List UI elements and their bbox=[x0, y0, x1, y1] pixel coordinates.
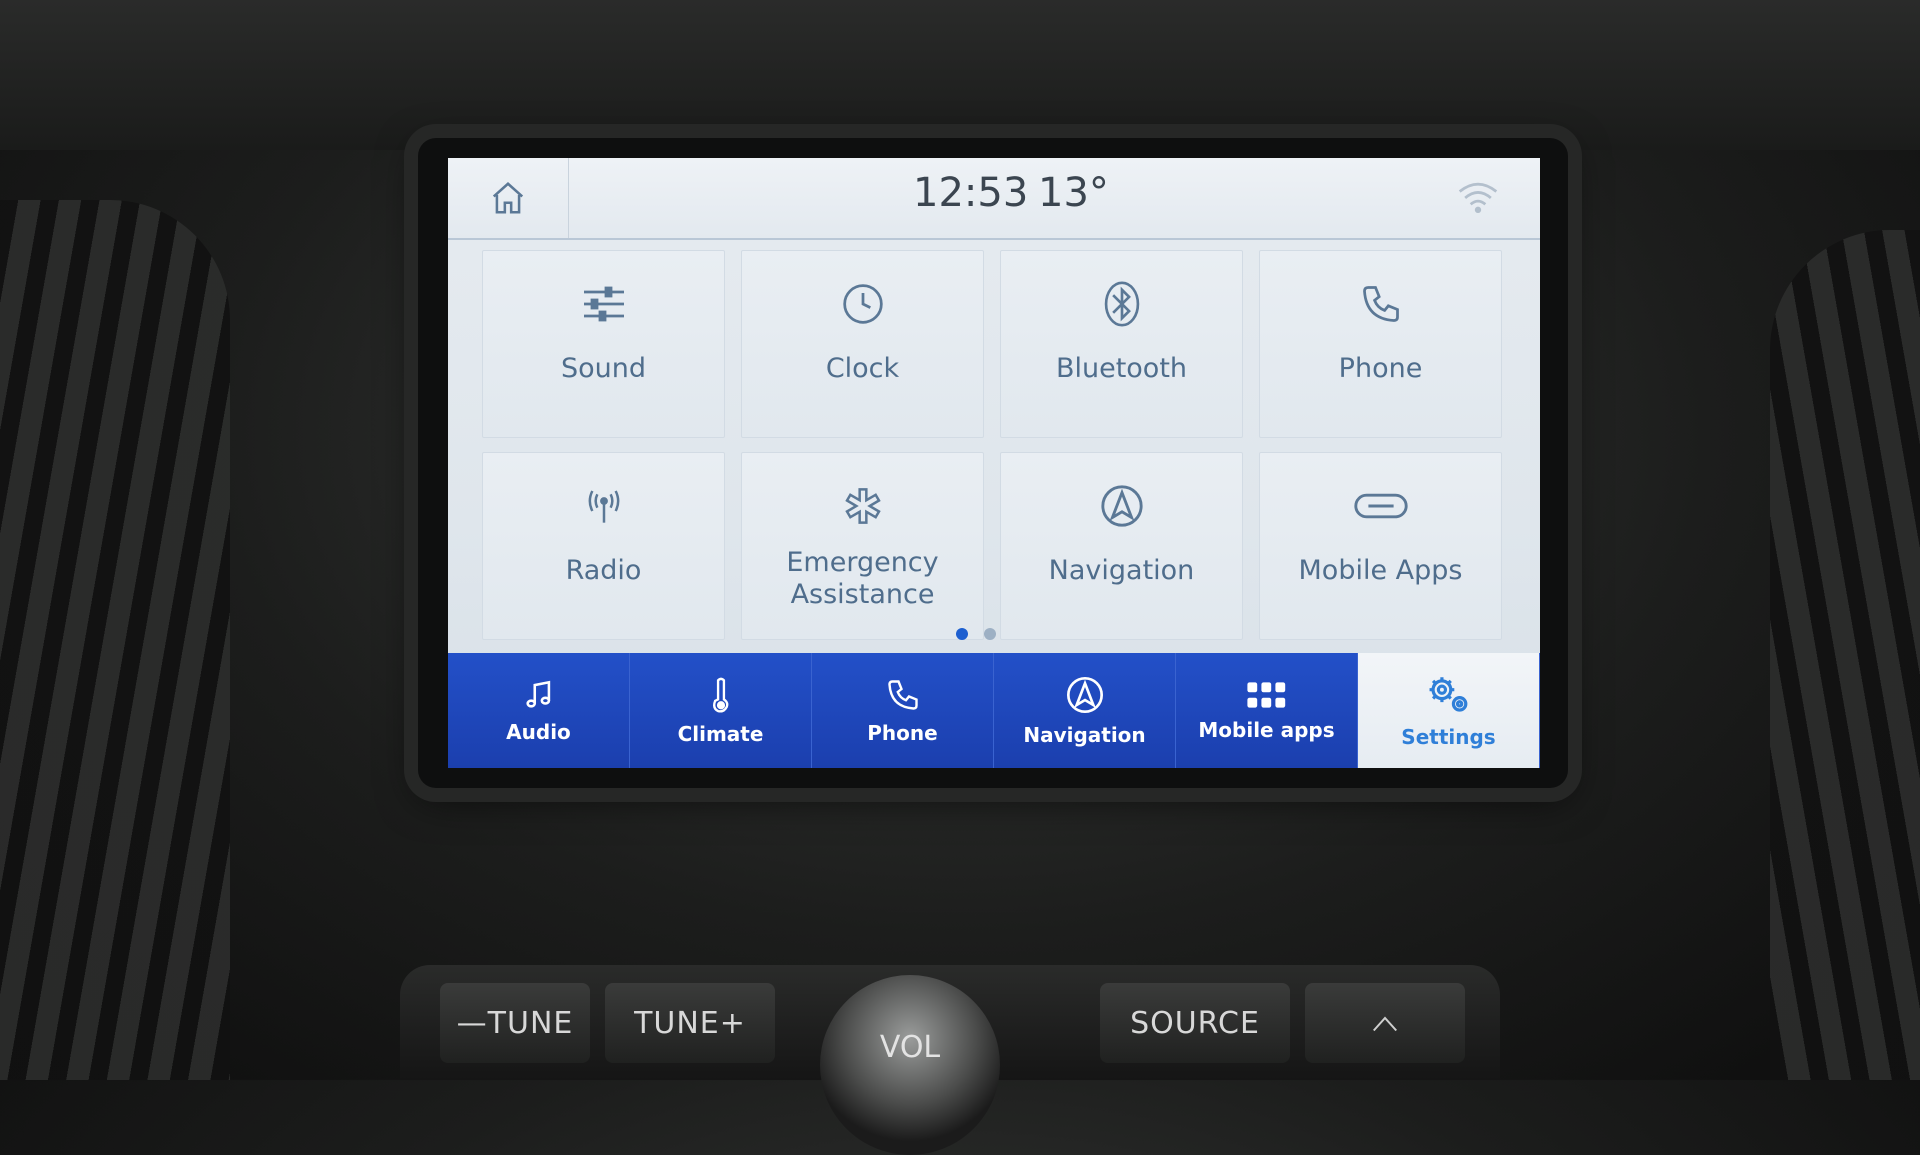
source-button[interactable]: SOURCE bbox=[1100, 983, 1290, 1063]
nav-label: Mobile apps bbox=[1198, 717, 1335, 742]
antenna-icon bbox=[588, 490, 619, 523]
physical-controls: —TUNE TUNE+ VOL SOURCE bbox=[400, 965, 1500, 1155]
tile-label: Sound bbox=[560, 353, 647, 384]
tune-up-button[interactable]: TUNE+ bbox=[605, 983, 775, 1063]
nav-label: Audio bbox=[506, 719, 571, 744]
nav-audio[interactable]: Audio bbox=[448, 653, 630, 768]
app-grid-icon bbox=[1246, 681, 1285, 708]
eject-icon bbox=[1373, 1016, 1397, 1032]
nav-navigation[interactable]: Navigation bbox=[994, 653, 1176, 768]
tile-mobile-apps[interactable]: Mobile Apps bbox=[1259, 452, 1502, 640]
volume-knob[interactable]: VOL bbox=[820, 975, 1000, 1155]
left-air-vent bbox=[0, 200, 230, 1080]
tile-navigation[interactable]: Navigation bbox=[1000, 452, 1243, 640]
nav-mobile-apps[interactable]: Mobile apps bbox=[1176, 653, 1358, 768]
navigation-icon bbox=[1066, 676, 1103, 713]
tile-label: Navigation bbox=[1048, 555, 1195, 586]
tile-phone[interactable]: Phone bbox=[1259, 250, 1502, 438]
tile-label: Phone bbox=[1338, 353, 1423, 384]
right-air-vent bbox=[1770, 230, 1920, 1080]
page-indicator bbox=[956, 628, 996, 640]
thermometer-icon bbox=[712, 677, 728, 713]
home-icon bbox=[492, 182, 524, 214]
page-dot-2[interactable] bbox=[984, 628, 996, 640]
asterisk-icon bbox=[844, 488, 881, 524]
nav-label: Settings bbox=[1401, 724, 1496, 749]
hw-label: SOURCE bbox=[1130, 1005, 1260, 1041]
temperature-readout: 13° bbox=[1038, 170, 1109, 216]
nav-climate[interactable]: Climate bbox=[630, 653, 812, 768]
tile-bluetooth[interactable]: Bluetooth bbox=[1000, 250, 1243, 438]
nav-label: Climate bbox=[677, 721, 764, 746]
phone-icon bbox=[1362, 286, 1399, 322]
status-bar: 12:53 13° bbox=[448, 158, 1540, 240]
hw-label: VOL bbox=[879, 1030, 941, 1065]
tile-label: Mobile Apps bbox=[1298, 555, 1463, 586]
gears-icon bbox=[1429, 676, 1467, 712]
settings-grid: Sound Clock Bluetooth Phone Radio Emerge… bbox=[482, 250, 1502, 640]
tile-label: Bluetooth bbox=[1055, 353, 1188, 384]
sliders-icon bbox=[583, 286, 624, 322]
tile-emergency-assistance[interactable]: Emergency Assistance bbox=[741, 452, 984, 640]
tile-radio[interactable]: Radio bbox=[482, 452, 725, 640]
clock-readout: 12:53 bbox=[913, 170, 1029, 216]
nav-phone[interactable]: Phone bbox=[812, 653, 994, 768]
navigation-icon bbox=[1100, 485, 1143, 527]
clock-icon bbox=[842, 284, 883, 324]
link-icon bbox=[1353, 493, 1408, 519]
wifi-icon bbox=[1458, 182, 1498, 214]
home-button[interactable] bbox=[448, 158, 569, 238]
page-dot-1[interactable] bbox=[956, 628, 968, 640]
phone-icon bbox=[887, 679, 918, 710]
tile-clock[interactable]: Clock bbox=[741, 250, 984, 438]
tile-label: Radio bbox=[565, 555, 642, 586]
tune-down-button[interactable]: —TUNE bbox=[440, 983, 590, 1063]
hw-label: —TUNE bbox=[456, 1005, 574, 1041]
bottom-navigation-bar: Audio Climate Phone Navigation Mobile ap… bbox=[448, 653, 1540, 768]
nav-label: Navigation bbox=[1023, 722, 1146, 747]
tile-label: Emergency Assistance bbox=[786, 547, 939, 610]
music-note-icon bbox=[525, 680, 550, 708]
eject-button[interactable] bbox=[1305, 983, 1465, 1063]
dashboard-top bbox=[0, 0, 1920, 150]
nav-settings[interactable]: Settings bbox=[1358, 653, 1540, 768]
tile-sound[interactable]: Sound bbox=[482, 250, 725, 438]
nav-label: Phone bbox=[867, 720, 938, 745]
bluetooth-icon bbox=[1104, 281, 1139, 327]
infotainment-screen: 12:53 13° Sound Clock Bluetooth Phone Ra… bbox=[448, 158, 1540, 768]
hw-label: TUNE+ bbox=[634, 1005, 746, 1041]
tile-label: Clock bbox=[825, 353, 900, 384]
